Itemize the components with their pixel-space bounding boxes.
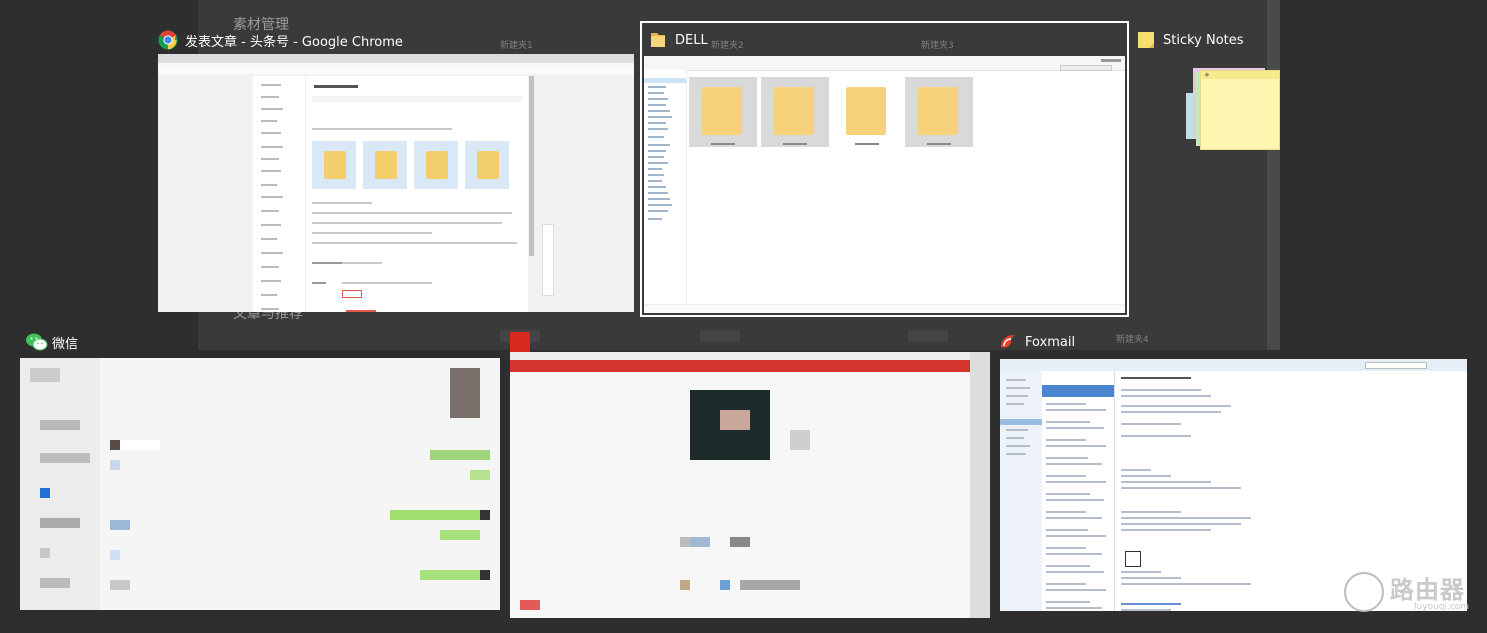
chat-bubble	[390, 510, 480, 520]
chat-bubble	[420, 570, 480, 580]
folder-pane	[1000, 371, 1042, 611]
chat-bubble	[470, 470, 490, 480]
window-title-chrome[interactable]: 发表文章 - 头条号 - Google Chrome	[158, 27, 403, 53]
chat-bubble	[440, 530, 480, 540]
explorer-ribbon	[644, 56, 1125, 71]
message-list	[1042, 371, 1115, 611]
background-folder-label: 新建夹4	[1116, 335, 1149, 345]
window-title-sticky[interactable]: Sticky Notes	[1136, 27, 1244, 53]
router-logo-icon	[1344, 572, 1384, 612]
bookmarks-bar	[158, 69, 634, 74]
folder-item[interactable]	[761, 77, 829, 147]
watermark-subtext: luyouqi.com	[1414, 602, 1470, 612]
wechat-icon	[25, 332, 48, 352]
chrome-icon	[158, 30, 178, 50]
folder-thumb	[465, 141, 509, 189]
folder-thumb	[414, 141, 458, 189]
chrome-thumbnail[interactable]	[158, 54, 634, 312]
watermark: 路由器 luyouqi.com	[1344, 568, 1474, 618]
window-title-text: 微信	[52, 336, 79, 352]
folder-item[interactable]	[905, 77, 973, 147]
wechat-thumbnail[interactable]	[20, 358, 500, 610]
page-sidebar	[253, 76, 305, 312]
background-block	[908, 330, 948, 342]
add-note-icon[interactable]: +	[1204, 72, 1210, 79]
page-scrollbar[interactable]	[529, 76, 534, 256]
folder-thumb	[312, 141, 356, 189]
window-title-foxmail[interactable]: Foxmail	[998, 329, 1075, 355]
folder-item[interactable]	[833, 77, 901, 147]
folder-item[interactable]	[689, 77, 757, 147]
tab-strip	[158, 54, 634, 63]
search-input[interactable]	[1365, 362, 1427, 369]
background-block	[700, 330, 740, 342]
sticky-notes-icon	[1136, 30, 1156, 50]
floating-tools	[542, 224, 554, 296]
foxmail-icon	[998, 332, 1018, 352]
chat-list	[20, 358, 100, 610]
window-title-explorer[interactable]: DELL	[648, 27, 708, 53]
company-logo	[1125, 551, 1141, 567]
avatar	[450, 368, 480, 418]
editor-toolbar	[312, 96, 522, 102]
watermark-text: 路由器	[1390, 576, 1465, 604]
app-icon	[510, 332, 530, 352]
sticky-note-yellow[interactable]: +	[1200, 70, 1280, 150]
status-bar	[644, 304, 1125, 313]
publish-button[interactable]	[342, 290, 362, 298]
folder-thumb	[363, 141, 407, 189]
window-title-wechat[interactable]: 微信	[25, 329, 78, 355]
background-folder-label: 新建夹1	[500, 41, 533, 51]
profile-image	[690, 390, 770, 460]
editor-area	[306, 76, 528, 312]
browser2-thumbnail[interactable]	[510, 352, 990, 618]
window-title-text: Foxmail	[1025, 334, 1076, 350]
window-title-text: 发表文章 - 头条号 - Google Chrome	[185, 34, 403, 50]
explorer-thumbnail[interactable]	[644, 56, 1125, 313]
background-scrollbar	[1267, 0, 1280, 350]
window-title-text: Sticky Notes	[1163, 32, 1244, 48]
editor-title	[314, 85, 358, 88]
folder-icon	[648, 30, 668, 50]
site-header	[510, 360, 990, 372]
page-scrollbar[interactable]	[970, 352, 990, 618]
chat-bubble	[430, 450, 490, 460]
navigation-pane	[644, 70, 687, 305]
window-title-text: DELL	[675, 32, 708, 48]
